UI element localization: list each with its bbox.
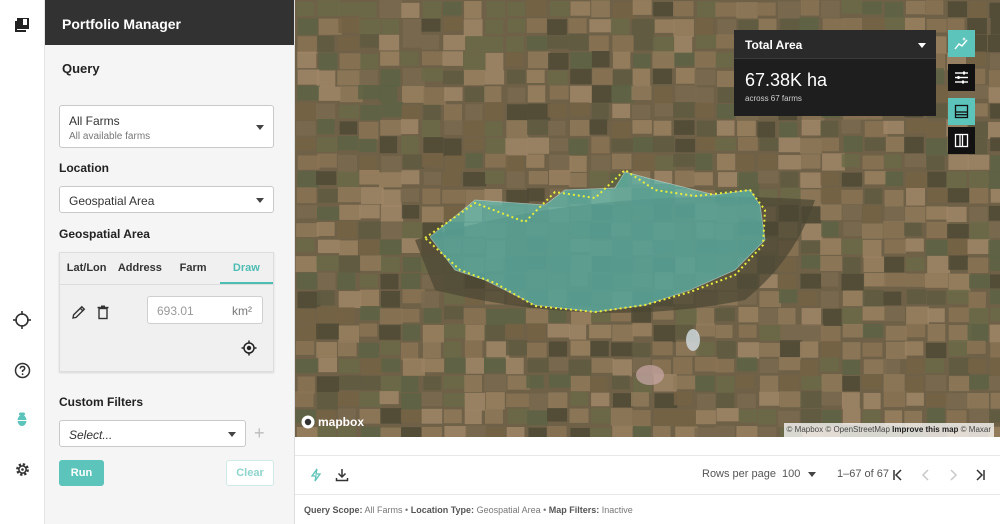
query-panel: Portfolio Manager Query All Farms All av… [45,0,295,524]
tab-draw[interactable]: Draw [219,253,273,284]
area-input-value: 693.01 [157,304,194,318]
custom-filters-label: Custom Filters [59,395,144,409]
geospatial-card: Lat/Lon Address Farm Draw 693.01 km² [59,252,274,372]
crosshair-icon[interactable] [12,310,32,330]
tab-farm[interactable]: Farm [167,253,220,284]
rows-per-page-value: 100 [782,468,801,480]
run-button[interactable]: Run [59,460,104,486]
query-heading: Query [62,61,100,76]
location-select-value: Geospatial Area [69,194,155,208]
location-select[interactable]: Geospatial Area [59,186,274,213]
chevron-down-icon [256,124,264,130]
book-icon[interactable] [12,15,32,35]
custom-filter-placeholder: Select... [69,428,113,442]
chevron-down-icon [918,43,926,48]
layout-side-icon [954,133,969,148]
total-area-card: Total Area 67.38K ha across 67 farms [734,30,936,116]
layout-bottom-icon [954,104,969,119]
farms-select-subtitle: All available farms [69,131,151,142]
add-filter-button[interactable]: + [254,424,265,442]
mapbox-logo[interactable]: mapbox [301,415,364,429]
bottom-panel-layout-button[interactable] [948,98,975,125]
clear-button[interactable]: Clear [226,460,274,486]
rows-per-page-label: Rows per page [702,468,776,480]
analytics-button[interactable] [948,30,975,57]
location-type-value: Geospatial Area [476,505,541,515]
prev-page-icon[interactable] [919,468,933,482]
total-area-dropdown[interactable]: Total Area [734,30,936,59]
location-label: Location [59,161,109,175]
download-icon[interactable] [335,468,349,482]
attribution-osm[interactable]: © OpenStreetMap [825,425,890,434]
tab-latlon[interactable]: Lat/Lon [60,253,113,284]
trash-icon[interactable] [95,304,111,320]
gear-icon[interactable] [12,459,32,479]
custom-filter-select[interactable]: Select... [59,420,246,447]
pencil-icon[interactable] [71,304,87,320]
total-area-title: Total Area [745,38,803,52]
map-filters-label: Map Filters: [548,505,600,515]
chevron-down-icon [808,471,817,477]
rows-per-page-select[interactable]: 100 [782,468,817,480]
query-summary: Query Scope: All Farms • Location Type: … [295,494,1000,524]
last-page-icon[interactable] [973,468,987,482]
lightning-icon[interactable] [309,468,323,482]
sliders-icon [955,71,968,84]
farms-select[interactable]: All Farms All available farms [59,105,274,148]
mapbox-logo-text: mapbox [318,415,365,429]
mapbox-icon [301,415,315,429]
icon-rail [0,0,45,524]
attribution-maxar[interactable]: © Maxar [961,425,991,434]
first-page-icon[interactable] [891,468,905,482]
total-area-value: 67.38K ha [745,70,828,90]
pagination-range: 1–67 of 67 [837,468,889,480]
map-attribution: © Mapbox © OpenStreetMap Improve this ma… [783,423,994,437]
side-panel-layout-button[interactable] [948,127,975,154]
bug-icon[interactable] [12,409,32,429]
attribution-mapbox[interactable]: © Mapbox [787,425,824,434]
farms-select-value: All Farms [69,114,120,128]
area-unit: km² [232,304,252,318]
scope-value: All Farms [364,505,403,515]
geospatial-label: Geospatial Area [59,227,150,241]
chevron-down-icon [228,431,236,437]
total-area-subtitle: across 67 farms [745,94,802,103]
next-page-icon[interactable] [946,468,960,482]
filters-button[interactable] [948,64,975,91]
tab-address[interactable]: Address [113,253,166,284]
locate-icon[interactable] [241,340,257,356]
app-title: Portfolio Manager [45,0,294,45]
scope-label: Query Scope: [304,505,363,515]
location-type-label: Location Type: [410,505,475,515]
satellite-map[interactable]: Total Area 67.38K ha across 67 farms map… [295,0,1000,437]
area-input[interactable]: 693.01 km² [147,296,263,324]
geospatial-tabs: Lat/Lon Address Farm Draw [60,253,273,285]
improve-map-link[interactable]: Improve this map [892,425,958,434]
help-icon[interactable] [12,360,32,380]
map-filters-value: Inactive [601,505,633,515]
table-toolbar: Rows per page 100 1–67 of 67 [295,455,1000,493]
chevron-down-icon [256,197,264,203]
sparkle-chart-icon [954,37,968,50]
